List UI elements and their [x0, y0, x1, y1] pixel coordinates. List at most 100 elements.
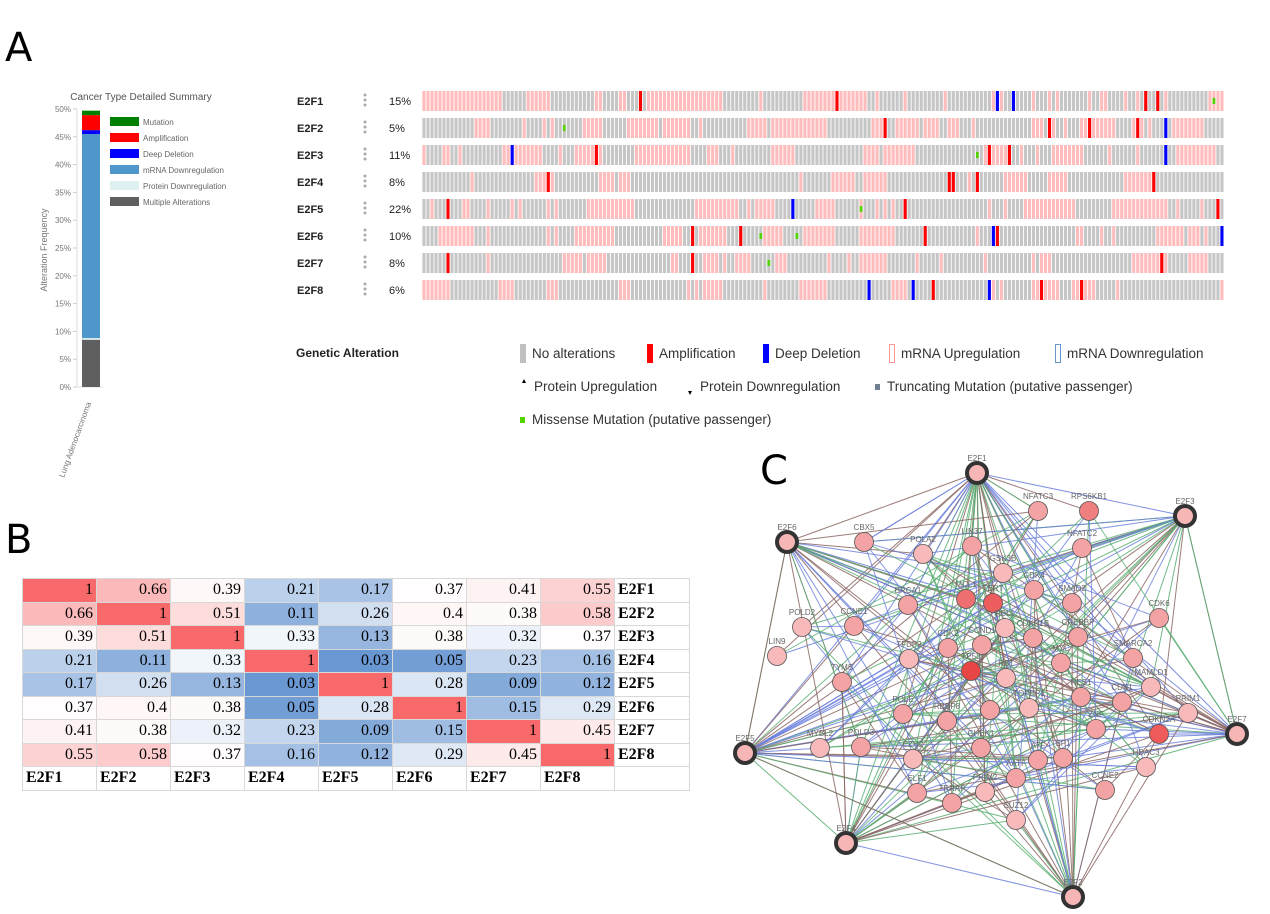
sample-cell — [566, 145, 570, 165]
sample-cell — [767, 199, 771, 219]
sample-cell — [775, 145, 779, 165]
network-node — [1068, 627, 1088, 647]
sample-cell — [1035, 118, 1040, 138]
sample-cell — [1180, 118, 1184, 138]
sample-cell — [1184, 253, 1188, 273]
heatmap-row-label: E2F2 — [614, 601, 690, 626]
sample-cell — [578, 199, 582, 219]
sample-cell — [1088, 253, 1092, 273]
sample-cell — [863, 226, 867, 246]
amplification-mark — [903, 199, 907, 219]
sample-cell — [747, 226, 751, 246]
sample-cell — [819, 145, 823, 165]
sample-cell — [1019, 145, 1023, 165]
sample-cell — [1043, 280, 1048, 300]
network-node — [834, 831, 858, 855]
sample-cell — [919, 280, 923, 300]
sample-cell — [502, 145, 506, 165]
missense-mark — [975, 152, 979, 158]
sample-cell — [1100, 280, 1104, 300]
sample-cell — [462, 91, 466, 111]
sample-cell — [931, 145, 935, 165]
sample-cell — [1212, 172, 1216, 192]
track-menu-icon — [363, 103, 367, 107]
sample-cell — [1084, 91, 1088, 111]
sample-cell — [931, 226, 935, 246]
sample-cell — [895, 199, 899, 219]
sample-cell — [719, 118, 723, 138]
heatmap-cell: 0.33 — [170, 648, 245, 673]
sample-cell — [1188, 145, 1192, 165]
sample-cell — [791, 280, 795, 300]
heatmap-row-label: E2F4 — [614, 648, 690, 673]
node-label: E2F6 — [777, 523, 797, 532]
node-label: ZNF — [1088, 710, 1104, 719]
sample-cell — [975, 91, 979, 111]
sample-cell — [642, 145, 647, 165]
sample-cell — [566, 118, 570, 138]
sample-cell — [462, 253, 466, 273]
sample-cell — [1027, 172, 1032, 192]
sample-cell — [831, 280, 835, 300]
heatmap-col-label: E2F4 — [244, 766, 319, 791]
sample-cell — [891, 145, 895, 165]
sample-cell — [1220, 172, 1224, 192]
sample-cell — [711, 91, 715, 111]
sample-cell — [1140, 253, 1144, 273]
sample-cell — [951, 199, 955, 219]
sample-cell — [843, 253, 847, 273]
sample-cell — [779, 280, 783, 300]
sample-cell — [815, 253, 819, 273]
node-label: E2F1 — [967, 454, 987, 463]
sample-cell — [715, 145, 719, 165]
sample-cell — [634, 118, 639, 138]
sample-cell — [1148, 91, 1152, 111]
track-menu-icon — [363, 120, 367, 124]
sample-cell — [1196, 91, 1200, 111]
sample-cell — [943, 226, 947, 246]
sample-cell — [506, 172, 510, 192]
legend-label: No alterations — [532, 346, 616, 361]
y-tick-label: 20% — [55, 272, 71, 281]
sample-cell — [895, 280, 899, 300]
sample-cell — [1068, 91, 1072, 111]
sample-cell — [731, 253, 735, 273]
sample-cell — [598, 199, 602, 219]
sample-cell — [875, 226, 879, 246]
sample-cell — [454, 118, 458, 138]
heatmap-cell: 0.12 — [540, 672, 615, 697]
sample-cell — [727, 118, 731, 138]
sample-cell — [1128, 253, 1132, 273]
sample-cell — [1076, 226, 1080, 246]
sample-cell — [1124, 253, 1128, 273]
sample-cell — [630, 253, 635, 273]
sample-cell — [815, 145, 819, 165]
sample-cell — [907, 280, 911, 300]
sample-cell — [679, 91, 683, 111]
heatmap-col-label: E2F8 — [540, 766, 615, 791]
sample-cell — [711, 199, 715, 219]
sample-cell — [602, 91, 606, 111]
sample-cell — [871, 226, 875, 246]
sample-cell — [987, 118, 991, 138]
sample-cell — [550, 226, 554, 246]
sample-cell — [658, 91, 663, 111]
sample-cell — [887, 226, 891, 246]
sample-cell — [574, 253, 578, 273]
sample-cell — [614, 199, 618, 219]
sample-cell — [1200, 280, 1204, 300]
sample-cell — [735, 199, 739, 219]
sample-cell — [546, 253, 550, 273]
sample-cell — [983, 253, 987, 273]
sample-cell — [1096, 199, 1100, 219]
node-label: POLA2 — [910, 535, 936, 544]
sample-cell — [1140, 172, 1144, 192]
sample-cell — [663, 118, 667, 138]
sample-cell — [775, 199, 779, 219]
sample-cell — [1148, 172, 1152, 192]
sample-cell — [767, 145, 771, 165]
heatmap-cell: 0.28 — [318, 695, 393, 720]
sample-cell — [518, 280, 522, 300]
sample-cell — [931, 118, 935, 138]
legend-swatch — [520, 417, 525, 423]
